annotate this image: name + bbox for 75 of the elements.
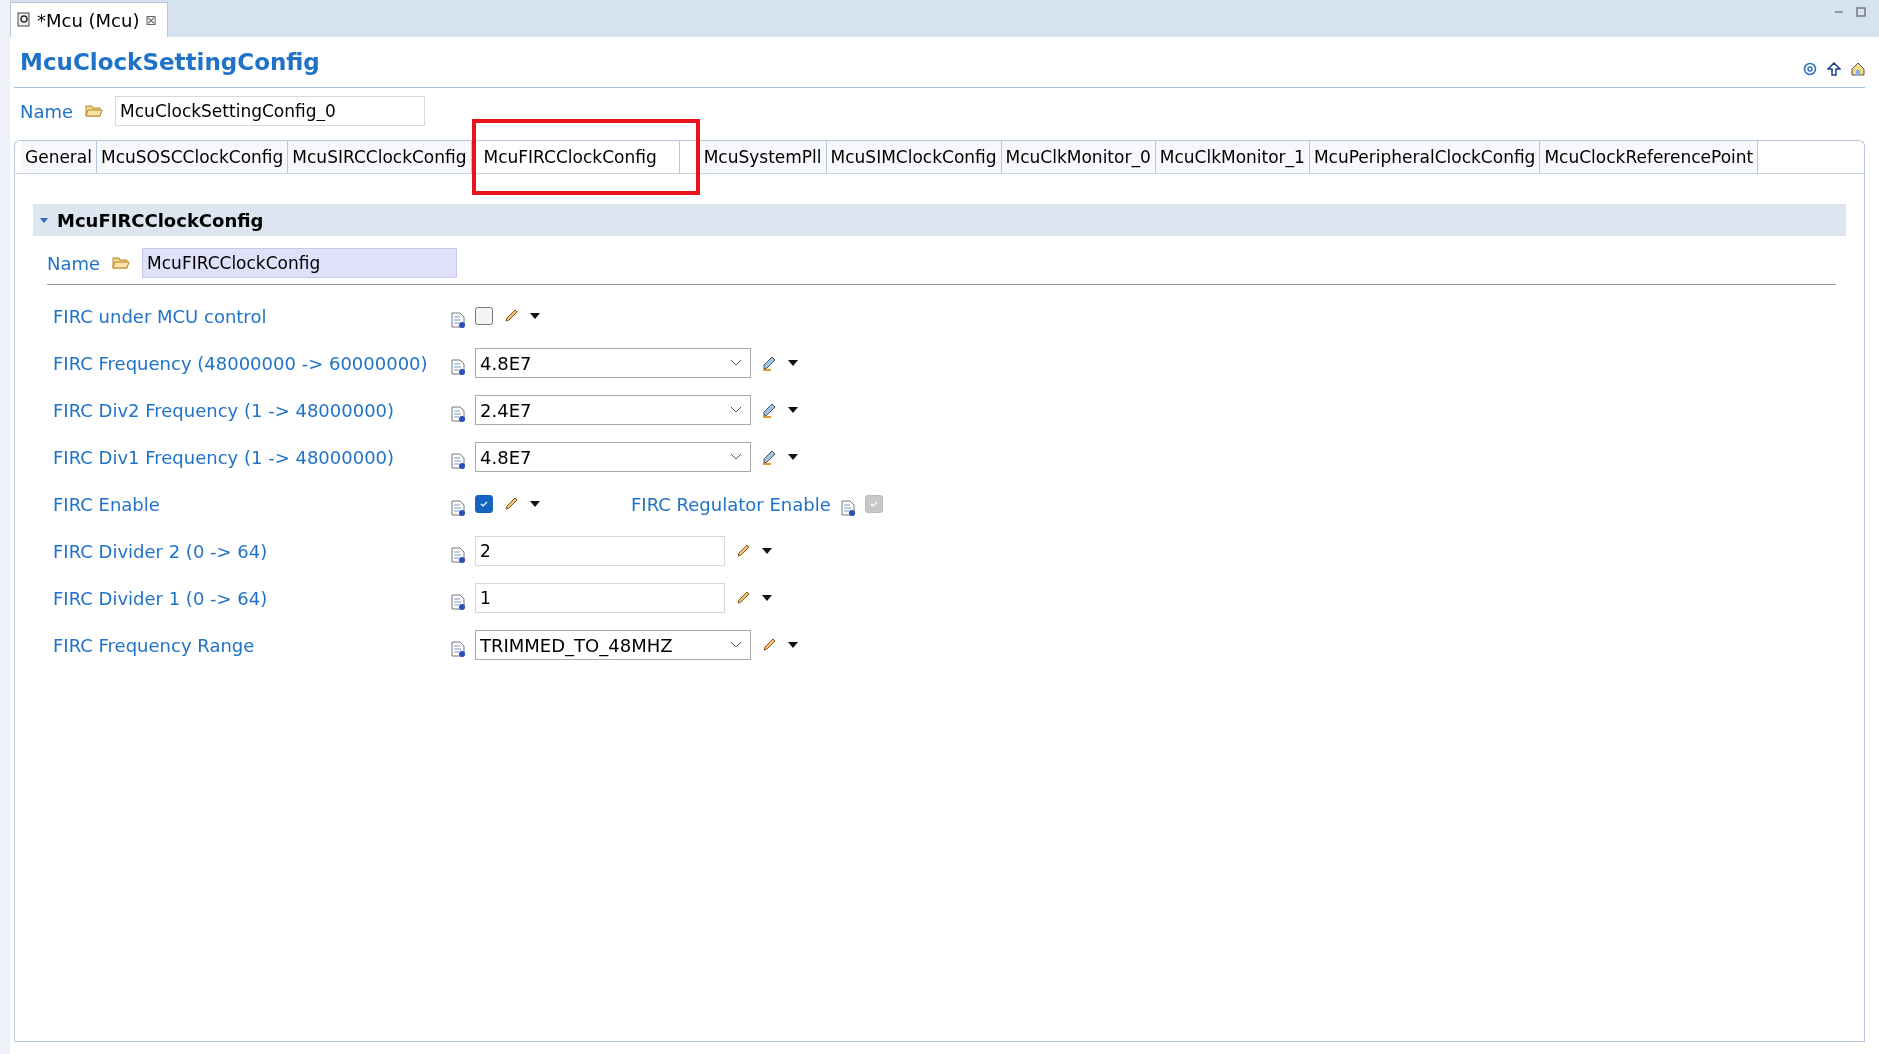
expanded-triangle-icon[interactable] (39, 215, 49, 225)
chevron-down-icon[interactable] (730, 359, 742, 367)
document-icon (451, 406, 465, 422)
chevron-down-icon[interactable] (730, 453, 742, 461)
folder-icon (85, 104, 104, 118)
editor-tab[interactable]: *Mcu (Mcu) ⊠ (10, 2, 169, 37)
dropdown-field[interactable]: 4.8E7 (475, 442, 751, 472)
dropdown-caret-icon[interactable] (787, 359, 799, 367)
section-title: McuFIRCClockConfig (57, 209, 264, 231)
pencil-icon[interactable] (503, 308, 519, 324)
dropdown-caret-icon[interactable] (787, 453, 799, 461)
checkbox[interactable] (475, 495, 493, 513)
text-input[interactable]: 2 (475, 536, 725, 566)
field-label: FIRC Regulator Enable (631, 493, 831, 515)
pencil-icon[interactable] (503, 496, 519, 512)
marker-icon[interactable] (761, 355, 777, 371)
field-label: FIRC Enable (53, 493, 161, 515)
page-title: McuClockSettingConfig (20, 49, 320, 75)
field-label: FIRC Frequency Range (53, 634, 256, 656)
boolean-doc-icon (451, 500, 465, 516)
boolean-doc-icon (840, 500, 855, 516)
dropdown-caret-icon[interactable] (529, 500, 541, 508)
field-label: FIRC Div1 Frequency (1 -> 48000000) (53, 446, 396, 468)
config-tab[interactable]: McuClkMonitor_1 (1155, 141, 1310, 173)
config-tab[interactable]: McuClockReferencePoint (1540, 141, 1759, 173)
close-tab-button[interactable]: ⊠ (145, 12, 158, 28)
pencil-icon[interactable] (735, 590, 751, 606)
config-file-icon (17, 12, 31, 28)
dropdown-field[interactable]: 2.4E7 (475, 395, 751, 425)
dropdown-field[interactable]: 4.8E7 (475, 348, 751, 378)
maximize-icon[interactable] (1855, 6, 1867, 18)
name-label: Name (47, 252, 101, 274)
config-tab[interactable]: General (21, 141, 97, 173)
chevron-down-icon[interactable] (730, 406, 742, 414)
at-sign-icon[interactable] (1803, 62, 1817, 76)
field-label: FIRC Div2 Frequency (1 -> 48000000) (53, 399, 396, 421)
dropdown-caret-icon[interactable] (787, 641, 799, 649)
checkmark-icon (479, 499, 489, 509)
config-tab[interactable]: McuSIRCClockConfig (288, 141, 472, 173)
document-icon (451, 453, 465, 469)
name-input[interactable]: McuFIRCClockConfig (142, 248, 458, 278)
checkbox[interactable] (475, 307, 493, 325)
chevron-down-icon[interactable] (730, 641, 742, 649)
home-icon[interactable] (1851, 62, 1865, 76)
name-label: Name (20, 100, 74, 122)
dropdown-caret-icon[interactable] (761, 594, 773, 602)
checkmark-icon (868, 499, 879, 509)
config-tab[interactable]: McuClkMonitor_0 (1001, 141, 1156, 173)
field-label: FIRC under MCU control (53, 305, 268, 327)
up-arrow-icon[interactable] (1827, 62, 1841, 76)
field-label: FIRC Divider 1 (0 -> 64) (53, 587, 269, 609)
text-input[interactable]: 1 (475, 583, 725, 613)
boolean-doc-icon (451, 312, 465, 328)
dropdown-caret-icon[interactable] (529, 312, 541, 320)
dropdown-caret-icon[interactable] (761, 547, 773, 555)
config-tab[interactable]: McuSOSCClockConfig (97, 141, 289, 173)
field-label: FIRC Divider 2 (0 -> 64) (53, 540, 269, 562)
document-icon (451, 594, 465, 610)
name-input[interactable]: McuClockSettingConfig_0 (115, 96, 426, 126)
marker-icon[interactable] (761, 449, 777, 465)
pencil-icon[interactable] (761, 637, 777, 653)
field-label: FIRC Frequency (48000000 -> 60000000) (53, 352, 429, 374)
config-tab[interactable]: McuPeripheralClockConfig (1309, 141, 1541, 173)
document-icon (451, 641, 465, 657)
dropdown-field[interactable]: TRIMMED_TO_48MHZ (475, 630, 751, 660)
folder-icon (112, 256, 131, 270)
dropdown-caret-icon[interactable] (787, 406, 799, 414)
marker-icon[interactable] (761, 402, 777, 418)
config-tab[interactable]: McuSystemPll (699, 141, 827, 173)
document-icon (451, 547, 465, 563)
editor-tab-title: *Mcu (Mcu) (37, 9, 140, 31)
section-header[interactable]: McuFIRCClockConfig (33, 204, 1846, 236)
document-icon (451, 359, 465, 375)
config-tab[interactable]: McuSIMClockConfig (826, 141, 1002, 173)
pencil-icon[interactable] (735, 543, 751, 559)
